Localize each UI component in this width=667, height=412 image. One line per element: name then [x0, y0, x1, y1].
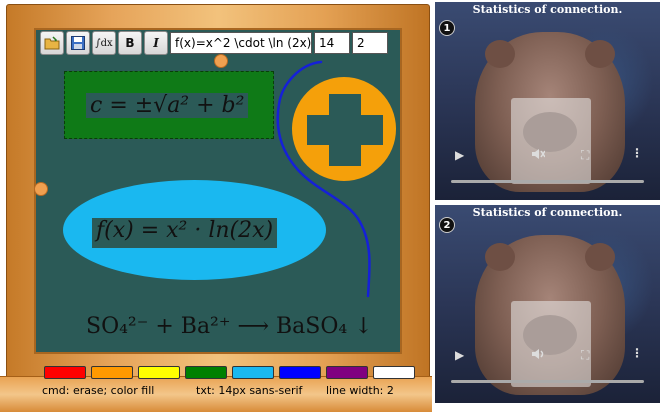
fullscreen-icon[interactable]: ⛶ [581, 348, 589, 363]
fullscreen-icon[interactable]: ⛶ [581, 148, 589, 163]
color-swatch-red[interactable] [44, 366, 86, 379]
status-command: cmd: erase; color fill [42, 384, 155, 397]
video-progress-bar[interactable] [451, 180, 644, 183]
formula-function[interactable]: f(x) = x² · ln(2x) [92, 218, 278, 248]
more-options-icon[interactable]: ⋮ [631, 146, 643, 160]
bear-ear-left [485, 243, 515, 271]
speaker-icon[interactable] [531, 348, 545, 360]
play-icon[interactable]: ▶ [455, 348, 464, 362]
color-swatch-blue[interactable] [279, 366, 321, 379]
bear-ear-right [585, 243, 615, 271]
more-options-icon[interactable]: ⋮ [631, 346, 643, 360]
video-overlay-panel [511, 98, 591, 184]
color-swatch-purple[interactable] [326, 366, 368, 379]
color-swatch-white[interactable] [373, 366, 415, 379]
video-title: Statistics of connection. [472, 3, 623, 16]
play-icon[interactable]: ▶ [455, 148, 464, 162]
color-palette [44, 366, 415, 379]
video-number-badge: 2 [439, 217, 455, 233]
bear-ear-right [585, 40, 615, 68]
muted-speaker-icon[interactable] [531, 148, 545, 160]
status-line-width: line width: 2 [326, 384, 394, 397]
color-swatch-yellow[interactable] [138, 366, 180, 379]
video-tile-1[interactable]: Statistics of connection. 1 ▶ ⛶ ⋮ [435, 2, 660, 200]
status-text-style: txt: 14px sans-serif [196, 384, 303, 397]
color-swatch-cyan[interactable] [232, 366, 274, 379]
video-title: Statistics of connection. [472, 206, 623, 219]
video-number-badge: 1 [439, 20, 455, 36]
blackboard-panel: ∫dx B I f(x)=x^2 \cdot \ln (2x) 14 2 c =… [0, 0, 432, 412]
video-overlay-panel [511, 301, 591, 387]
video-tile-2[interactable]: Statistics of connection. 2 ▶ ⛶ ⋮ [435, 205, 660, 403]
color-swatch-orange[interactable] [91, 366, 133, 379]
chemical-equation[interactable]: SO₄²⁻ + Ba²⁺ ⟶ BaSO₄ ↓ [86, 314, 373, 339]
color-swatch-green[interactable] [185, 366, 227, 379]
bear-ear-left [485, 40, 515, 68]
video-progress-bar[interactable] [451, 380, 644, 383]
